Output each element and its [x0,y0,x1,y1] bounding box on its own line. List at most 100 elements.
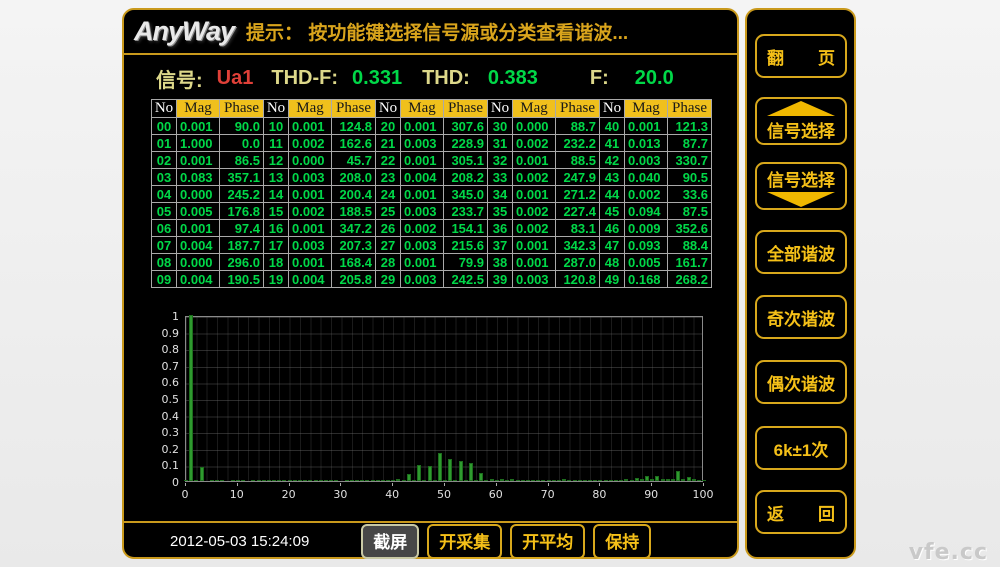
chart-bar [645,476,649,481]
start-average-button[interactable]: 开平均 [510,524,585,559]
screenshot-button[interactable]: 截屏 [361,524,419,559]
chart-bar [500,479,504,481]
chart-bar [267,480,271,481]
harmonic-mag-cell: 0.083 [177,169,220,186]
thd-label: THD: [422,67,470,90]
chart-bar [215,480,219,481]
sidebar-button-label: 信号选择 [767,117,835,142]
harmonic-phase-cell: 232.2 [556,135,600,152]
harmonic-phase-cell: 242.5 [444,271,488,288]
chart-bar [314,480,318,481]
y-axis-tick-label: 0.1 [129,459,179,472]
chart-bar [262,480,266,481]
anyway-logo: AnyWay [134,16,234,47]
all-harmonics-button[interactable]: 全部谐波 [755,230,847,274]
x-axis-tick-label: 60 [489,488,503,501]
harmonic-mag-cell: 0.094 [625,203,668,220]
signal-label: 信号: [156,64,203,93]
chart-bar [443,480,447,481]
return-button[interactable]: 返 回 [755,490,847,534]
odd-harmonics-button[interactable]: 奇次谐波 [755,295,847,339]
chart-bar [365,480,369,481]
col-header-phase: Phase [220,100,264,118]
harmonic-phase-cell: 247.9 [556,169,600,186]
table-row: 011.0000.0110.002162.6210.003228.9310.00… [152,135,712,152]
harmonic-phase-cell: 33.6 [668,186,712,203]
harmonic-mag-cell: 0.000 [177,186,220,203]
y-axis-tick-label: 0.8 [129,343,179,356]
6k-plus-minus-1-button[interactable]: 6k±1次 [755,426,847,470]
chart-bar [661,479,665,481]
down-arrow-icon [767,192,835,207]
frequency-value: 20.0 [635,67,674,90]
x-axis-tick-label: 20 [282,488,296,501]
chart-bar [381,480,385,481]
chart-bar [573,480,577,481]
harmonic-mag-cell: 0.001 [401,152,444,169]
signal-select-up-button[interactable]: 信号选择 [755,97,847,145]
chart-bar [593,480,597,481]
start-capture-button[interactable]: 开采集 [427,524,502,559]
col-header-mag: Mag [401,100,444,118]
col-header-phase: Phase [444,100,488,118]
harmonic-mag-cell: 0.001 [513,186,556,203]
chart-bar [479,473,483,481]
y-axis-tick-label: 0 [129,476,179,489]
chart-bar [562,479,566,481]
harmonic-phase-cell: 162.6 [332,135,376,152]
harmonic-phase-cell: 305.1 [444,152,488,169]
harmonic-no-cell: 45 [600,203,625,220]
harmonic-phase-cell: 215.6 [444,237,488,254]
table-row: 090.004190.5190.004205.8290.003242.5390.… [152,271,712,288]
harmonic-phase-cell: 176.8 [220,203,264,220]
harmonic-mag-cell: 0.040 [625,169,668,186]
signal-select-down-button[interactable]: 信号选择 [755,162,847,210]
chart-bar [189,315,193,481]
harmonic-phase-cell: 90.0 [220,118,264,135]
hold-button[interactable]: 保持 [593,524,651,559]
even-harmonics-button[interactable]: 偶次谐波 [755,360,847,404]
thd-value: 0.383 [488,67,538,90]
harmonic-mag-cell: 0.002 [513,135,556,152]
y-axis-tick-label: 0.5 [129,393,179,406]
harmonic-mag-cell: 0.003 [625,152,668,169]
table-row: 080.000296.0180.001168.4280.00179.9380.0… [152,254,712,271]
chart-bar [448,459,452,481]
x-axis-tick-label: 70 [541,488,555,501]
harmonic-mag-cell: 0.001 [289,254,332,271]
sidebar-button-label: 返 回 [767,500,835,525]
x-axis-tick-label: 80 [592,488,606,501]
harmonic-phase-cell: 208.2 [444,169,488,186]
harmonic-no-cell: 09 [152,271,177,288]
x-axis-tick-label: 0 [182,488,189,501]
chart-bar [588,480,592,481]
harmonic-mag-cell: 0.000 [177,254,220,271]
harmonic-phase-cell: 208.0 [332,169,376,186]
chart-bar [516,480,520,481]
table-row: 020.00186.5120.00045.7220.001305.1320.00… [152,152,712,169]
chart-bar [583,480,587,481]
chart-bar [412,480,416,481]
harmonic-no-cell: 07 [152,237,177,254]
chart-bar [428,466,432,481]
sidebar-button-label: 奇次谐波 [767,305,835,330]
harmonic-mag-cell: 0.001 [289,220,332,237]
harmonic-phase-cell: 233.7 [444,203,488,220]
x-axis-tick-mark [444,483,445,486]
harmonic-mag-cell: 0.093 [625,237,668,254]
function-key-panel: 翻 页信号选择信号选择全部谐波奇次谐波偶次谐波6k±1次返 回 [745,8,856,559]
harmonic-no-cell: 35 [488,203,513,220]
chart-bar [220,480,224,481]
frequency-label: F: [590,67,609,90]
harmonic-phase-cell: 357.1 [220,169,264,186]
page-flip-button[interactable]: 翻 页 [755,34,847,78]
harmonic-phase-cell: 87.5 [668,203,712,220]
chart-bar [505,480,509,481]
chart-bar [438,453,442,481]
harmonic-phase-cell: 161.7 [668,254,712,271]
x-axis-tick-mark [651,483,652,486]
harmonic-no-cell: 23 [376,169,401,186]
chart-bar [319,480,323,481]
x-axis-tick-mark [340,483,341,486]
chart-bar [469,463,473,481]
